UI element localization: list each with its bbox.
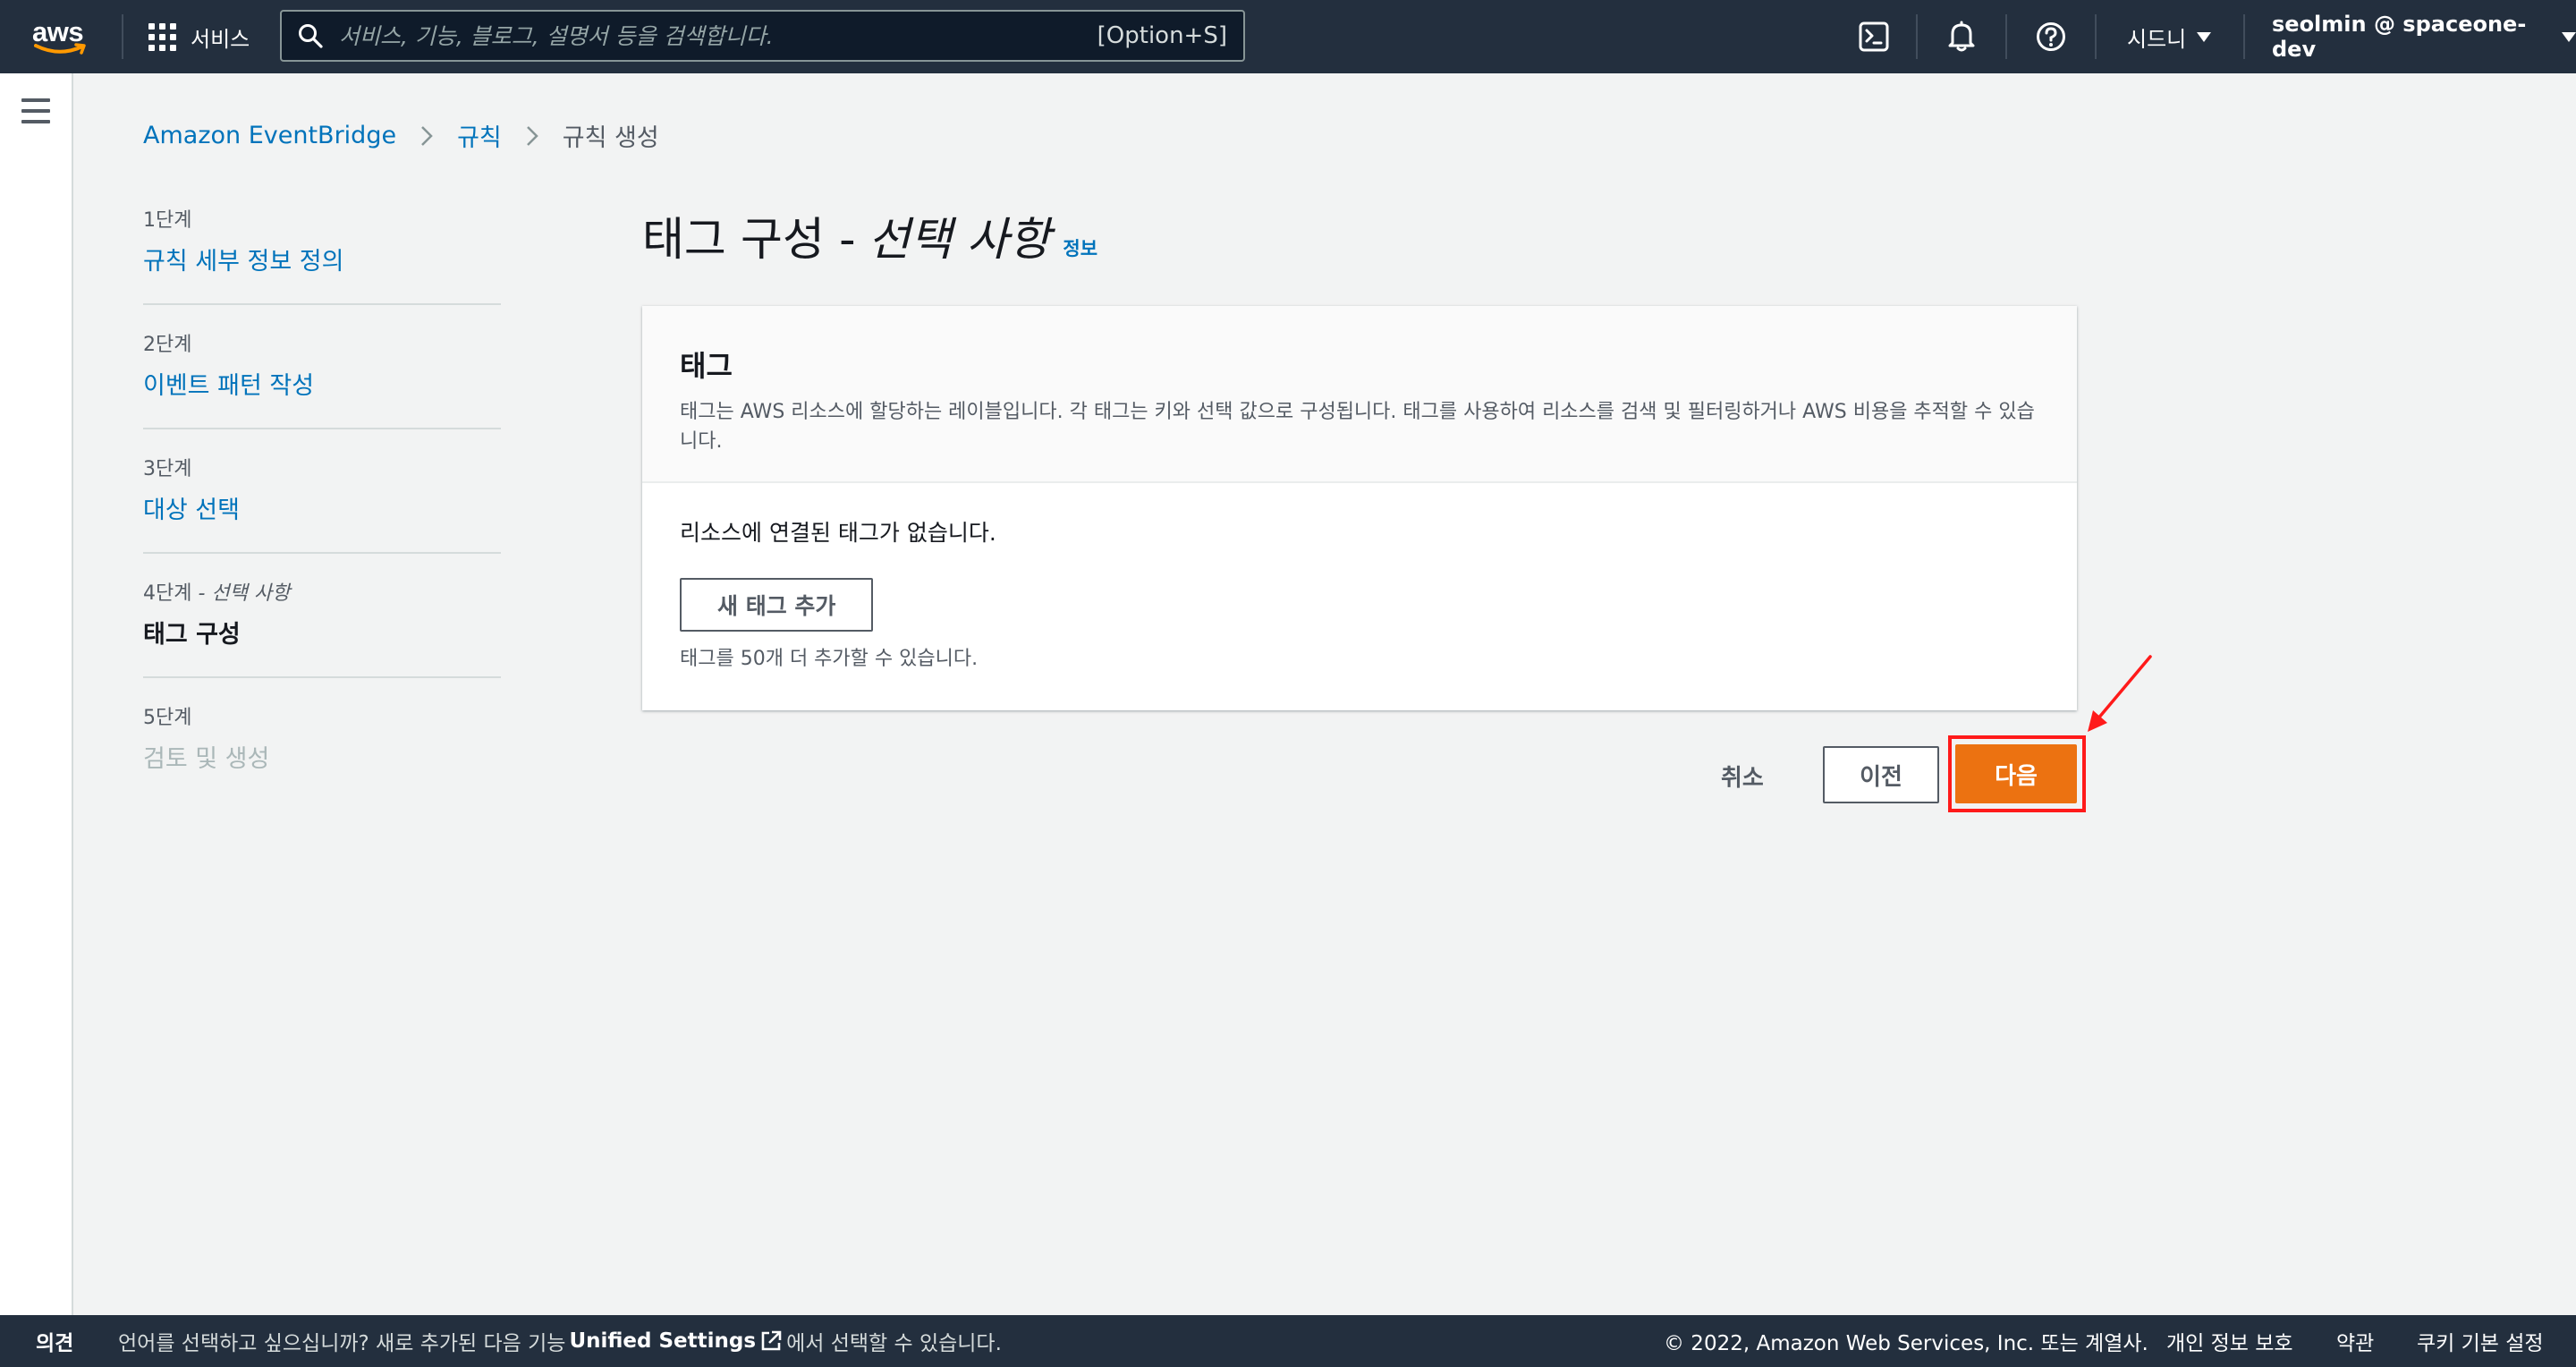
account-label: seolmin @ spaceone-dev [2272,12,2527,62]
help-button[interactable] [2030,16,2072,57]
chevron-right-icon [421,125,433,146]
help-icon [2037,22,2065,51]
language-notice-prefix: 언어를 선택하고 싶으십니까? 새로 추가된 다음 기능 [118,1332,566,1355]
aws-logo[interactable]: aws [32,16,89,57]
wizard-step-4: 4단계 - 선택 사항 태그 구성 [143,577,501,678]
services-menu-button[interactable]: 서비스 [148,0,250,73]
tags-panel-description: 태그는 AWS 리소스에 할당하는 레이블입니다. 각 태그는 키와 선택 값으… [680,401,2035,453]
step-review-create: 검토 및 생성 [143,745,270,773]
footer: 의견 언어를 선택하고 싶으십니까? 새로 추가된 다음 기능 Unified … [0,1315,2576,1367]
wizard-step-2: 2단계 이벤트 패턴 작성 [143,328,501,429]
step-link-event-pattern[interactable]: 이벤트 패턴 작성 [143,366,501,401]
bell-icon [1948,21,1975,52]
step-number: 2단계 [143,334,192,356]
privacy-link[interactable]: 개인 정보 보호 [2166,1326,2293,1356]
next-button[interactable]: 다음 [1955,744,2077,803]
step-number: 4단계 - 선택 사항 [143,582,291,605]
breadcrumb: Amazon EventBridge 규칙 규칙 생성 [143,118,659,153]
region-selector[interactable]: 시드니 [2127,0,2212,73]
wizard-steps: 1단계 규칙 세부 정보 정의 2단계 이벤트 패턴 작성 3단계 대상 선택 … [143,204,501,824]
step-number: 5단계 [143,707,192,729]
chevron-down-icon [2197,31,2212,42]
add-new-tag-button[interactable]: 새 태그 추가 [680,578,874,632]
search-shortcut-hint: [Option+S] [1097,22,1227,49]
nav-divider [122,14,123,59]
terms-link[interactable]: 약관 [2336,1326,2374,1356]
page-title-text: 태그 구성 - [642,214,856,267]
menu-icon[interactable] [21,98,50,131]
side-navigation-rail [0,73,73,1315]
wizard-step-1: 1단계 규칙 세부 정보 정의 [143,204,501,305]
annotation-arrow-icon [2088,655,2152,732]
region-label: 시드니 [2127,26,2187,52]
search-input[interactable] [339,22,1097,49]
step-current-configure-tags: 태그 구성 [143,621,241,649]
breadcrumb-rules[interactable]: 규칙 [457,118,502,153]
info-link[interactable]: 정보 [1063,234,1097,261]
language-notice-suffix: 에서 선택할 수 있습니다. [786,1332,1002,1355]
nav-divider [2095,14,2097,59]
notifications-button[interactable] [1941,16,1982,57]
search-bar[interactable]: [Option+S] [280,10,1245,62]
account-menu[interactable]: seolmin @ spaceone-dev [2272,0,2576,73]
cancel-button[interactable]: 취소 [1703,748,1782,803]
feedback-link[interactable]: 의견 [36,1326,73,1356]
nav-divider [1916,14,1918,59]
tags-panel-body: 리소스에 연결된 태그가 없습니다. 새 태그 추가 태그를 50개 더 추가할… [642,483,2077,703]
step-link-select-target[interactable]: 대상 선택 [143,490,501,525]
nav-divider [2005,14,2007,59]
step-number: 3단계 [143,458,192,480]
external-link-icon [761,1330,782,1351]
unified-settings-link[interactable]: Unified Settings [569,1329,756,1353]
no-tags-message: 리소스에 연결된 태그가 없습니다. [680,520,996,546]
aws-smile-icon [34,43,86,55]
page-title: 태그 구성 - 선택 사항 정보 [642,202,1097,268]
step-link-define-rule[interactable]: 규칙 세부 정보 정의 [143,242,501,276]
services-label: 서비스 [191,26,250,52]
step-number: 1단계 [143,209,192,232]
breadcrumb-current: 규칙 생성 [562,124,659,152]
tag-limit-hint: 태그를 50개 더 추가할 수 있습니다. [680,648,979,670]
search-icon [299,24,323,48]
language-notice: 언어를 선택하고 싶으십니까? 새로 추가된 다음 기능 Unified Set… [118,1326,1002,1356]
previous-button[interactable]: 이전 [1823,746,1939,803]
nav-divider [2243,14,2245,59]
wizard-step-5: 5단계 검토 및 생성 [143,701,501,801]
grid-icon [148,22,176,51]
breadcrumb-eventbridge[interactable]: Amazon EventBridge [143,122,396,149]
step-optional-suffix: - 선택 사항 [191,582,291,605]
tags-panel: 태그 태그는 AWS 리소스에 할당하는 레이블입니다. 각 태그는 키와 선택… [642,306,2077,710]
tags-panel-title: 태그 [680,349,733,383]
terminal-icon [1859,21,1889,52]
tags-panel-header: 태그 태그는 AWS 리소스에 할당하는 레이블입니다. 각 태그는 키와 선택… [642,306,2077,483]
chevron-right-icon [526,125,538,146]
wizard-step-3: 3단계 대상 선택 [143,453,501,554]
cookie-preferences-link[interactable]: 쿠키 기본 설정 [2417,1326,2544,1356]
cloudshell-button[interactable] [1853,16,1894,57]
top-navigation: aws 서비스 [Option+S] [0,0,2576,73]
chevron-down-icon [2562,31,2576,42]
copyright-text: © 2022, Amazon Web Services, Inc. 또는 계열사… [1664,1332,2148,1355]
page-title-optional: 선택 사항 [868,214,1051,267]
